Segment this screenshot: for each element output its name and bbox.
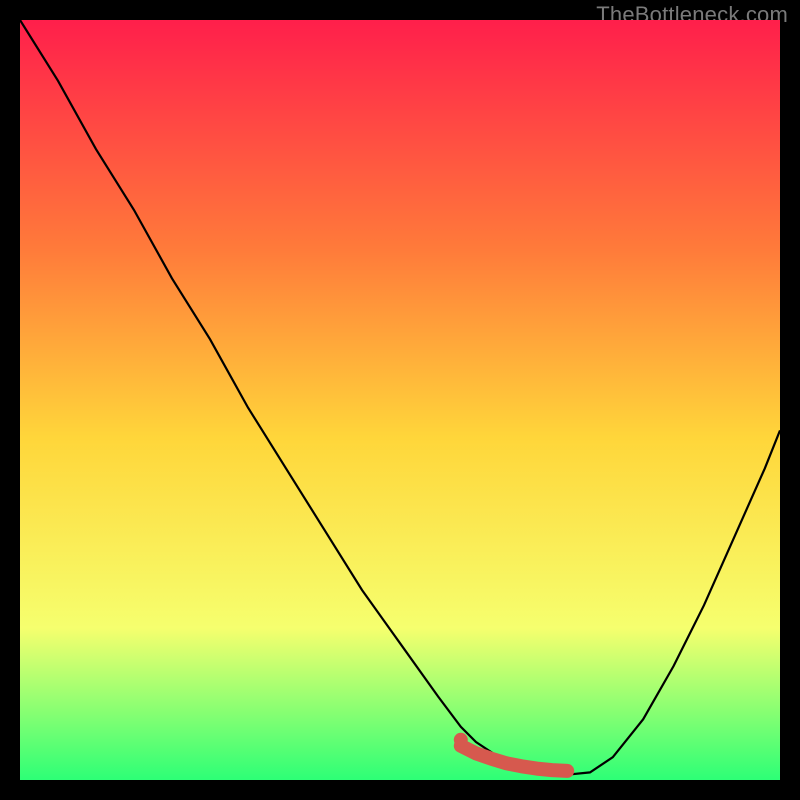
chart-svg <box>20 20 780 780</box>
optimal-start-dot <box>454 733 468 747</box>
chart-container: TheBottleneck.com <box>0 0 800 800</box>
plot-area <box>20 20 780 780</box>
gradient-background <box>20 20 780 780</box>
